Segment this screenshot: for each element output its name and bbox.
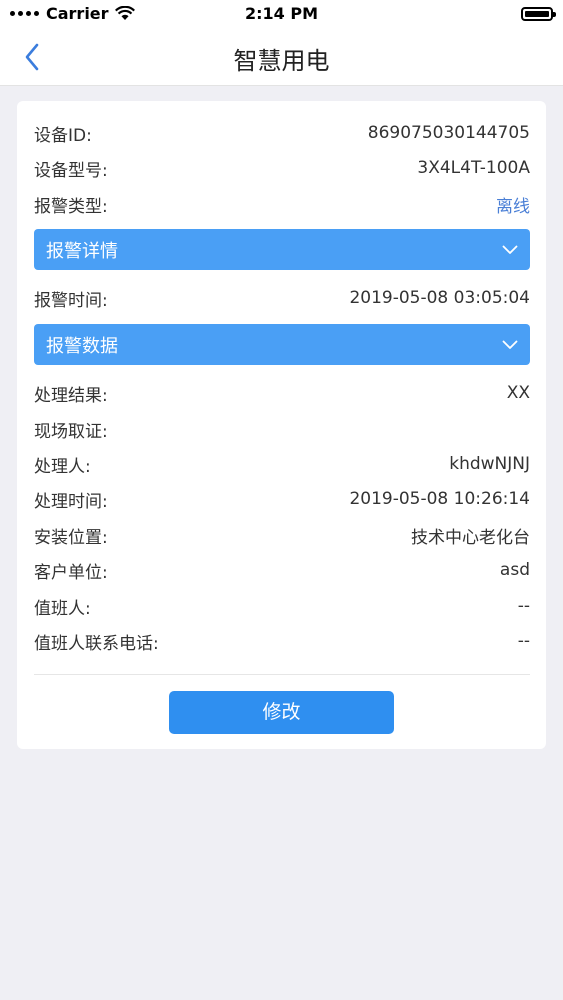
alarm-time-label: 报警时间:	[34, 290, 108, 311]
edit-button[interactable]: 修改	[169, 691, 394, 734]
handler-value: khdwNJNJ	[449, 454, 530, 474]
alarm-type-value[interactable]: 离线	[496, 192, 530, 217]
result-value: XX	[506, 383, 530, 403]
on-duty-row: 值班人: --	[34, 591, 530, 621]
install-location-row: 安装位置: 技术中心老化台	[34, 520, 530, 550]
evidence-row: 现场取证:	[34, 414, 530, 444]
device-id-label: 设备ID:	[34, 125, 92, 146]
handler-row: 处理人: khdwNJNJ	[34, 449, 530, 479]
alarm-time-row: 报警时间: 2019-05-08 03:05:04	[34, 283, 530, 313]
device-model-value: 3X4L4T-100A	[417, 158, 530, 178]
handler-label: 处理人:	[34, 456, 91, 477]
alarm-detail-dropdown[interactable]: 报警详情	[34, 229, 530, 270]
device-model-row: 设备型号: 3X4L4T-100A	[34, 153, 530, 183]
battery-icon	[521, 7, 556, 21]
alarm-data-dropdown-label: 报警数据	[46, 335, 118, 357]
handle-time-row: 处理时间: 2019-05-08 10:26:14	[34, 484, 530, 514]
chevron-down-icon	[502, 340, 518, 349]
on-duty-phone-value: --	[517, 631, 530, 651]
customer-unit-label: 客户单位:	[34, 562, 108, 583]
install-location-label: 安装位置:	[34, 527, 108, 548]
on-duty-phone-row: 值班人联系电话: --	[34, 626, 530, 656]
status-bar: Carrier 2:14 PM	[0, 0, 563, 28]
alarm-detail-card: 设备ID: 869075030144705 设备型号: 3X4L4T-100A …	[17, 101, 546, 749]
on-duty-value: --	[517, 596, 530, 616]
alarm-type-label: 报警类型:	[34, 196, 108, 217]
chevron-down-icon	[502, 245, 518, 254]
on-duty-phone-label: 值班人联系电话:	[34, 633, 159, 654]
evidence-label: 现场取证:	[34, 421, 108, 442]
result-row: 处理结果: XX	[34, 378, 530, 408]
handle-time-value: 2019-05-08 10:26:14	[349, 489, 530, 509]
result-label: 处理结果:	[34, 385, 108, 406]
device-id-row: 设备ID: 869075030144705	[34, 118, 530, 148]
customer-unit-row: 客户单位: asd	[34, 555, 530, 585]
install-location-value: 技术中心老化台	[411, 527, 530, 548]
clock: 2:14 PM	[244, 4, 318, 23]
page-title: 智慧用电	[233, 47, 330, 75]
alarm-data-dropdown[interactable]: 报警数据	[34, 324, 530, 365]
alarm-time-value: 2019-05-08 03:05:04	[349, 288, 530, 308]
handle-time-label: 处理时间:	[34, 491, 108, 512]
alarm-type-row: 报警类型: 离线	[34, 189, 530, 219]
divider	[34, 674, 530, 675]
on-duty-label: 值班人:	[34, 598, 91, 619]
device-id-value: 869075030144705	[367, 123, 530, 143]
navigation-bar: 智慧用电	[0, 28, 563, 86]
alarm-detail-dropdown-label: 报警详情	[46, 240, 118, 262]
customer-unit-value: asd	[499, 560, 530, 580]
device-model-label: 设备型号:	[34, 160, 108, 181]
